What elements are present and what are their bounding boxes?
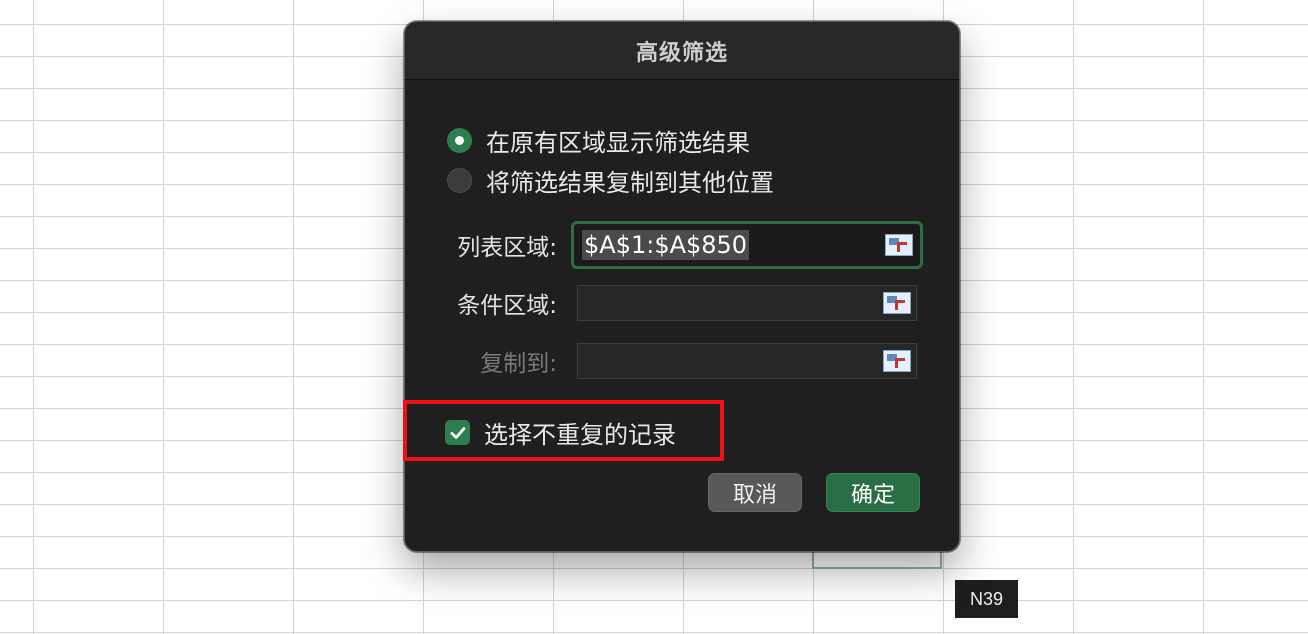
radio-label: 在原有区域显示筛选结果 xyxy=(486,129,750,157)
checkmark-icon xyxy=(450,426,465,439)
radio-copy-to-other-location[interactable]: 将筛选结果复制到其他位置 xyxy=(447,163,774,198)
dialog-titlebar[interactable]: 高级筛选 xyxy=(405,22,959,80)
radio-unselected-icon[interactable] xyxy=(447,168,472,193)
dialog-title: 高级筛选 xyxy=(635,40,728,66)
cancel-button[interactable]: 取消 xyxy=(708,473,802,512)
cell-reference-tooltip: N39 xyxy=(955,580,1018,618)
advanced-filter-dialog: 高级筛选 在原有区域显示筛选结果 将筛选结果复制到其他位置 列表区域: $A$1… xyxy=(403,21,960,552)
range-selector-icon[interactable] xyxy=(885,234,913,256)
unique-records-checkbox-row[interactable]: 选择不重复的记录 xyxy=(445,415,676,450)
criteria-range-label: 条件区域: xyxy=(457,293,557,319)
copy-to-input xyxy=(577,343,917,379)
ok-button[interactable]: 确定 xyxy=(826,473,920,512)
unique-records-label: 选择不重复的记录 xyxy=(484,421,676,449)
range-selector-icon[interactable] xyxy=(883,292,911,314)
checkbox[interactable] xyxy=(445,420,470,445)
radio-label: 将筛选结果复制到其他位置 xyxy=(486,169,774,197)
list-range-value: $A$1:$A$850 xyxy=(582,230,750,260)
radio-filter-in-place[interactable]: 在原有区域显示筛选结果 xyxy=(447,123,750,158)
copy-to-label: 复制到: xyxy=(480,351,557,377)
radio-selected-icon[interactable] xyxy=(447,128,472,153)
list-range-label: 列表区域: xyxy=(457,235,557,261)
range-selector-icon xyxy=(883,350,911,372)
criteria-range-input[interactable] xyxy=(577,285,917,321)
list-range-input[interactable]: $A$1:$A$850 xyxy=(571,221,923,269)
